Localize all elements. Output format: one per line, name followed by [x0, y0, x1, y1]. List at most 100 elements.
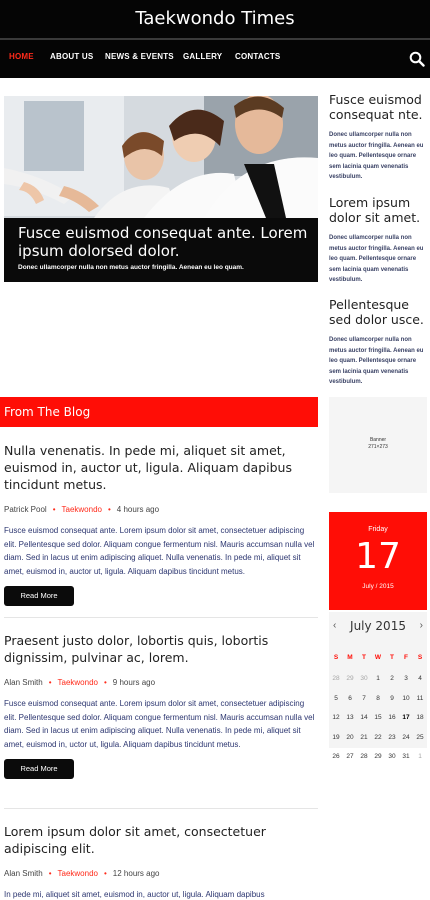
calendar-day[interactable]: 3 [399, 674, 413, 694]
weekday-label: M [347, 654, 353, 661]
meta-dot: • [48, 678, 52, 687]
blog-post-title[interactable]: Nulla venenatis. In pede mi, aliquet sit… [4, 442, 316, 493]
calendar-day[interactable]: 22 [371, 733, 385, 753]
blog-post-title[interactable]: Lorem ipsum dolor sit amet, consectetuer… [4, 823, 316, 857]
calendar-weekday-row: S M T W T F S [329, 654, 427, 661]
post-category[interactable]: Taekwondo [62, 505, 102, 514]
weekday-label: S [417, 654, 423, 661]
calendar-day[interactable]: 1 [371, 674, 385, 694]
calendar-day[interactable]: 28 [357, 752, 371, 772]
post-author[interactable]: Patrick Pool [4, 505, 47, 514]
nav-item-about-us[interactable]: ABOUT US [50, 40, 93, 78]
read-more-button[interactable]: Read More [4, 586, 74, 606]
chevron-right-icon[interactable]: › [420, 618, 423, 634]
read-more-button[interactable]: Read More [4, 759, 74, 779]
blog-post: Praesent justo dolor, lobortis quis, lob… [4, 632, 316, 779]
calendar-day[interactable]: 17 [399, 713, 413, 733]
sidebar-post-title[interactable]: Fusce euismod consequat nte. [329, 92, 427, 122]
weekday-label: S [333, 654, 339, 661]
calendar-day[interactable]: 14 [357, 713, 371, 733]
banner-label: Banner [369, 437, 387, 443]
search-icon[interactable] [409, 51, 425, 67]
calendar-day[interactable]: 6 [343, 694, 357, 714]
calendar-day[interactable]: 25 [413, 733, 427, 753]
sidebar-post[interactable]: Lorem ipsum dolor sit amet. Donec ullamc… [329, 195, 427, 286]
blog-post: Nulla venenatis. In pede mi, aliquet sit… [4, 442, 316, 606]
calendar-day[interactable]: 4 [413, 674, 427, 694]
weekday-label: T [362, 654, 366, 661]
sidebar-post[interactable]: Pellentesque sed dolor usce. Donec ullam… [329, 297, 427, 388]
blog-post: Lorem ipsum dolor sit amet, consectetuer… [4, 823, 316, 900]
meta-dot: • [52, 505, 56, 514]
hero-title[interactable]: Fusce euismod consequat ante. Lorem ipsu… [18, 224, 308, 260]
hero-text: Donec ullamcorper nulla non metus auctor… [18, 264, 244, 271]
calendar-week-row: 19 20 21 22 23 24 25 [329, 733, 427, 753]
calendar-day[interactable]: 1 [413, 752, 427, 772]
calendar-week-row: 28 29 30 1 2 3 4 [329, 674, 427, 694]
calendar-day[interactable]: 29 [371, 752, 385, 772]
post-divider [4, 808, 318, 809]
calendar-day[interactable]: 24 [399, 733, 413, 753]
meta-dot: • [107, 505, 111, 514]
calendar-day[interactable]: 15 [371, 713, 385, 733]
sidebar-post[interactable]: Fusce euismod consequat nte. Donec ullam… [329, 92, 427, 183]
calendar-day[interactable]: 9 [385, 694, 399, 714]
calendar-day[interactable]: 26 [329, 752, 343, 772]
calendar-day[interactable]: 30 [385, 752, 399, 772]
meta-dot: • [103, 678, 107, 687]
calendar-day[interactable]: 30 [357, 674, 371, 694]
calendar-day[interactable]: 23 [385, 733, 399, 753]
blog-section-header: From The Blog [0, 397, 318, 427]
sidebar-post-text: Donec ullamcorper nulla non metus auctor… [329, 337, 424, 385]
blog-post-title[interactable]: Praesent justo dolor, lobortis quis, lob… [4, 632, 316, 666]
sidebar-post-text: Donec ullamcorper nulla non metus auctor… [329, 235, 424, 283]
calendar-day[interactable]: 18 [413, 713, 427, 733]
nav-item-news-events[interactable]: NEWS & EVENTS [105, 40, 174, 78]
nav-item-home[interactable]: HOME [9, 40, 34, 78]
post-category[interactable]: Taekwondo [58, 678, 98, 687]
post-category[interactable]: Taekwondo [58, 869, 98, 878]
calendar-day[interactable]: 10 [399, 694, 413, 714]
calendar-week-row: 26 27 28 29 30 31 1 [329, 752, 427, 772]
post-time: 4 hours ago [116, 505, 160, 514]
calendar-week-row: 5 6 7 8 9 10 11 [329, 694, 427, 714]
calendar-days: 28 29 30 1 2 3 4 5 6 7 8 9 10 11 12 13 14 15 16 17 18 19 20 21 2… [329, 674, 427, 772]
calendar-day[interactable]: 12 [329, 713, 343, 733]
calendar-day[interactable]: 16 [385, 713, 399, 733]
calendar-day[interactable]: 21 [357, 733, 371, 753]
calendar-day[interactable]: 11 [413, 694, 427, 714]
nav-item-gallery[interactable]: GALLERY [183, 40, 222, 78]
weekday-label: F [404, 654, 408, 661]
current-date-box: Friday 17 July / 2015 [329, 512, 427, 610]
main-nav: HOME ABOUT US NEWS & EVENTS GALLERY CONT… [0, 40, 430, 78]
nav-item-contacts[interactable]: CONTACTS [235, 40, 280, 78]
calendar-day[interactable]: 29 [343, 674, 357, 694]
calendar-day[interactable]: 7 [357, 694, 371, 714]
meta-dot: • [103, 869, 107, 878]
calendar-day[interactable]: 28 [329, 674, 343, 694]
post-time: 12 hours ago [112, 869, 160, 878]
calendar-day[interactable]: 5 [329, 694, 343, 714]
banner-ad[interactable]: Banner 271×273 [329, 397, 427, 493]
calendar-day[interactable]: 19 [329, 733, 343, 753]
weekday-label: T [390, 654, 394, 661]
post-divider [4, 617, 318, 618]
calendar-month-label: July 2015 [350, 619, 406, 633]
post-meta: Patrick Pool • Taekwondo • 4 hours ago [4, 505, 316, 514]
meta-dot: • [48, 869, 52, 878]
calendar-day[interactable]: 27 [343, 752, 357, 772]
sidebar-post-title[interactable]: Lorem ipsum dolor sit amet. [329, 195, 427, 225]
calendar-day[interactable]: 31 [399, 752, 413, 772]
calendar-day[interactable]: 2 [385, 674, 399, 694]
blog-post-excerpt: Fusce euismod consequat ante. Lorem ipsu… [4, 526, 315, 576]
post-author[interactable]: Alan Smith [4, 678, 43, 687]
sidebar-post-text: Donec ullamcorper nulla non metus auctor… [329, 132, 424, 180]
calendar-day[interactable]: 8 [371, 694, 385, 714]
calendar-day[interactable]: 13 [343, 713, 357, 733]
site-title[interactable]: Taekwondo Times [0, 0, 430, 38]
date-weekday: Friday [368, 526, 388, 533]
sidebar-post-title[interactable]: Pellentesque sed dolor usce. [329, 297, 427, 327]
post-author[interactable]: Alan Smith [4, 869, 43, 878]
calendar-day[interactable]: 20 [343, 733, 357, 753]
calendar-week-row: 12 13 14 15 16 17 18 [329, 713, 427, 733]
